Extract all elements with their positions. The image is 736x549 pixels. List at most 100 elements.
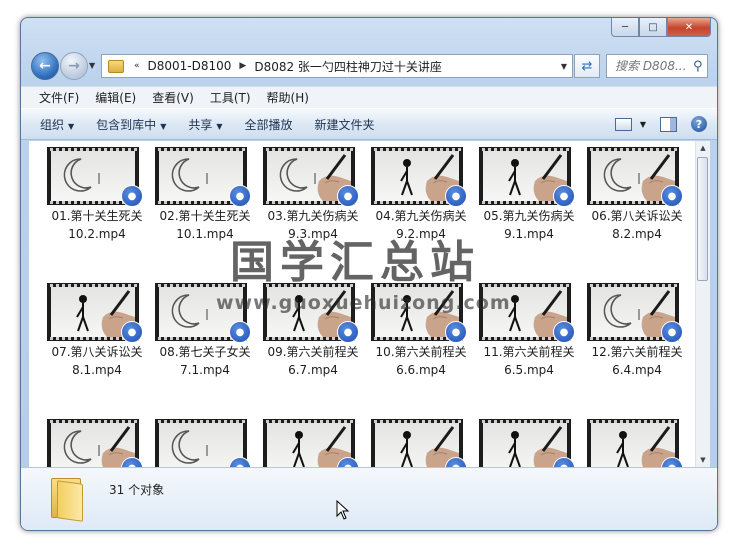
folder-icon xyxy=(108,59,124,73)
breadcrumb-item[interactable]: D8001-D8100 xyxy=(144,59,236,73)
file-item[interactable]: ● 02.第十关生死关 10.1.mp4 xyxy=(151,147,259,283)
menu-view[interactable]: 查看(V) xyxy=(144,89,202,106)
scrollbar-thumb[interactable] xyxy=(697,157,708,281)
file-list: ● 01.第十关生死关 10.2.mp4 ● 02.第十关生死关 10.1.mp4 ● 03.… xyxy=(29,141,695,467)
refresh-icon: ⇄ xyxy=(581,58,593,74)
change-view-button[interactable] xyxy=(614,117,632,131)
file-name-line1: 03.第九关伤病关 xyxy=(267,209,359,223)
preview-pane-button[interactable] xyxy=(660,116,677,132)
media-player-icon: ● xyxy=(121,457,143,467)
file-item[interactable]: ● 04.第九关伤病关 9.2.mp4 xyxy=(367,147,475,283)
play-all-button[interactable]: 全部播放 xyxy=(234,116,304,133)
file-item[interactable]: ● 08.第七关子女关 7.1.mp4 xyxy=(151,283,259,419)
maximize-button[interactable]: □ xyxy=(639,18,667,37)
search-icon[interactable]: ⚲ xyxy=(693,59,703,74)
media-player-icon: ● xyxy=(553,321,575,343)
file-item[interactable]: ● 07.第八关诉讼关 8.1.mp4 xyxy=(43,283,151,419)
file-item[interactable]: ● 06.第八关诉讼关 8.2.mp4 xyxy=(583,147,691,283)
file-name: 03.第九关伤病关 9.3.mp4 xyxy=(259,207,367,243)
file-name: 11.第六关前程关 6.5.mp4 xyxy=(475,343,583,379)
file-name-line2: 8.1.mp4 xyxy=(72,363,122,377)
organize-label: 组织 xyxy=(40,117,65,132)
menu-edit[interactable]: 编辑(E) xyxy=(87,89,144,106)
file-name-line1: 07.第八关诉讼关 xyxy=(51,345,143,359)
mouse-cursor-icon xyxy=(336,500,350,520)
file-item[interactable]: ● xyxy=(259,419,367,467)
media-player-icon: ● xyxy=(337,185,359,207)
file-name-line2: 10.2.mp4 xyxy=(68,227,126,241)
file-name-line1: 04.第九关伤病关 xyxy=(375,209,467,223)
refresh-button[interactable]: ⇄ xyxy=(574,54,600,78)
menu-bar: 文件(F) 编辑(E) 查看(V) 工具(T) 帮助(H) xyxy=(21,86,717,108)
file-name-line1: 10.第六关前程关 xyxy=(375,345,467,359)
forward-arrow-icon: → xyxy=(68,58,80,74)
minimize-button[interactable]: ─ xyxy=(611,18,639,37)
address-bar[interactable]: « D8001-D8100 ▶ D8082 张一勺四柱神刀过十关讲座 ▼ xyxy=(101,54,573,78)
file-name: 12.第六关前程关 6.4.mp4 xyxy=(583,343,691,379)
file-name-line1: 09.第六关前程关 xyxy=(267,345,359,359)
file-item[interactable]: ● 10.第六关前程关 6.6.mp4 xyxy=(367,283,475,419)
include-in-library-label: 包含到库中 xyxy=(96,117,157,132)
organize-button[interactable]: 组织 ▼ xyxy=(29,116,85,133)
file-name-line1: 11.第六关前程关 xyxy=(483,345,575,359)
menu-file[interactable]: 文件(F) xyxy=(31,89,87,106)
breadcrumb-overflow[interactable]: « xyxy=(130,61,144,71)
file-item[interactable]: ● 11.第六关前程关 6.5.mp4 xyxy=(475,283,583,419)
chevron-down-icon: ▼ xyxy=(160,121,167,131)
media-player-icon: ● xyxy=(229,321,251,343)
view-options-dropdown[interactable]: ▼ xyxy=(640,120,646,129)
file-item[interactable]: ● 01.第十关生死关 10.2.mp4 xyxy=(43,147,151,283)
file-name: 09.第六关前程关 6.7.mp4 xyxy=(259,343,367,379)
breadcrumb-separator-icon[interactable]: ▶ xyxy=(235,61,250,71)
chevron-down-icon: ▼ xyxy=(68,121,75,131)
address-dropdown-icon[interactable]: ▼ xyxy=(556,62,572,71)
file-name-line2: 9.1.mp4 xyxy=(504,227,554,241)
file-name-line1: 08.第七关子女关 xyxy=(159,345,251,359)
file-item[interactable]: ● 05.第九关伤病关 9.1.mp4 xyxy=(475,147,583,283)
address-row: ← → ▼ « D8001-D8100 ▶ D8082 张一勺四柱神刀过十关讲座… xyxy=(29,52,709,80)
close-button[interactable]: ✕ xyxy=(667,18,711,37)
menu-tools[interactable]: 工具(T) xyxy=(202,89,259,106)
menu-help[interactable]: 帮助(H) xyxy=(259,89,317,106)
file-name: 04.第九关伤病关 9.2.mp4 xyxy=(367,207,475,243)
vertical-scrollbar[interactable]: ▲ ▼ xyxy=(695,141,710,467)
media-player-icon: ● xyxy=(337,457,359,467)
media-player-icon: ● xyxy=(229,457,251,467)
media-player-icon: ● xyxy=(121,185,143,207)
help-button[interactable]: ? xyxy=(691,116,707,132)
file-item[interactable]: ● 09.第六关前程关 6.7.mp4 xyxy=(259,283,367,419)
forward-button[interactable]: → xyxy=(60,52,88,80)
search-input[interactable] xyxy=(613,58,691,74)
file-name-line1: 06.第八关诉讼关 xyxy=(591,209,683,223)
share-button[interactable]: 共享 ▼ xyxy=(177,116,233,133)
include-in-library-button[interactable]: 包含到库中 ▼ xyxy=(85,116,177,133)
file-item[interactable]: ● xyxy=(475,419,583,467)
file-name: 02.第十关生死关 10.1.mp4 xyxy=(151,207,259,243)
file-item[interactable]: ● 03.第九关伤病关 9.3.mp4 xyxy=(259,147,367,283)
recent-pages-dropdown[interactable]: ▼ xyxy=(89,61,95,70)
media-player-icon: ● xyxy=(121,321,143,343)
back-arrow-icon: ← xyxy=(39,58,51,74)
file-name: 08.第七关子女关 7.1.mp4 xyxy=(151,343,259,379)
search-box[interactable]: ⚲ xyxy=(606,54,708,78)
back-button[interactable]: ← xyxy=(31,52,59,80)
file-name-line1: 12.第六关前程关 xyxy=(591,345,683,359)
command-bar: 组织 ▼ 包含到库中 ▼ 共享 ▼ 全部播放 新建文件夹 ▼ ? xyxy=(21,108,717,140)
share-label: 共享 xyxy=(188,117,213,132)
media-player-icon: ● xyxy=(661,321,683,343)
breadcrumb-item[interactable]: D8082 张一勺四柱神刀过十关讲座 xyxy=(250,58,446,75)
file-item[interactable]: ● xyxy=(43,419,151,467)
new-folder-button[interactable]: 新建文件夹 xyxy=(304,116,386,133)
caption-buttons: ─ □ ✕ xyxy=(611,18,711,37)
file-name-line2: 6.4.mp4 xyxy=(612,363,662,377)
file-item[interactable]: ● xyxy=(583,419,691,467)
file-item[interactable]: ● xyxy=(367,419,475,467)
scroll-up-icon[interactable]: ▲ xyxy=(696,141,710,155)
details-pane: 31 个对象 xyxy=(21,467,717,530)
scroll-down-icon[interactable]: ▼ xyxy=(696,453,710,467)
media-player-icon: ● xyxy=(445,185,467,207)
file-name-line2: 6.7.mp4 xyxy=(288,363,338,377)
file-item[interactable]: ● 12.第六关前程关 6.4.mp4 xyxy=(583,283,691,419)
file-item[interactable]: ● xyxy=(151,419,259,467)
explorer-window: ─ □ ✕ ← → ▼ « D8001-D8100 ▶ D8082 张一勺四柱神… xyxy=(20,17,718,531)
